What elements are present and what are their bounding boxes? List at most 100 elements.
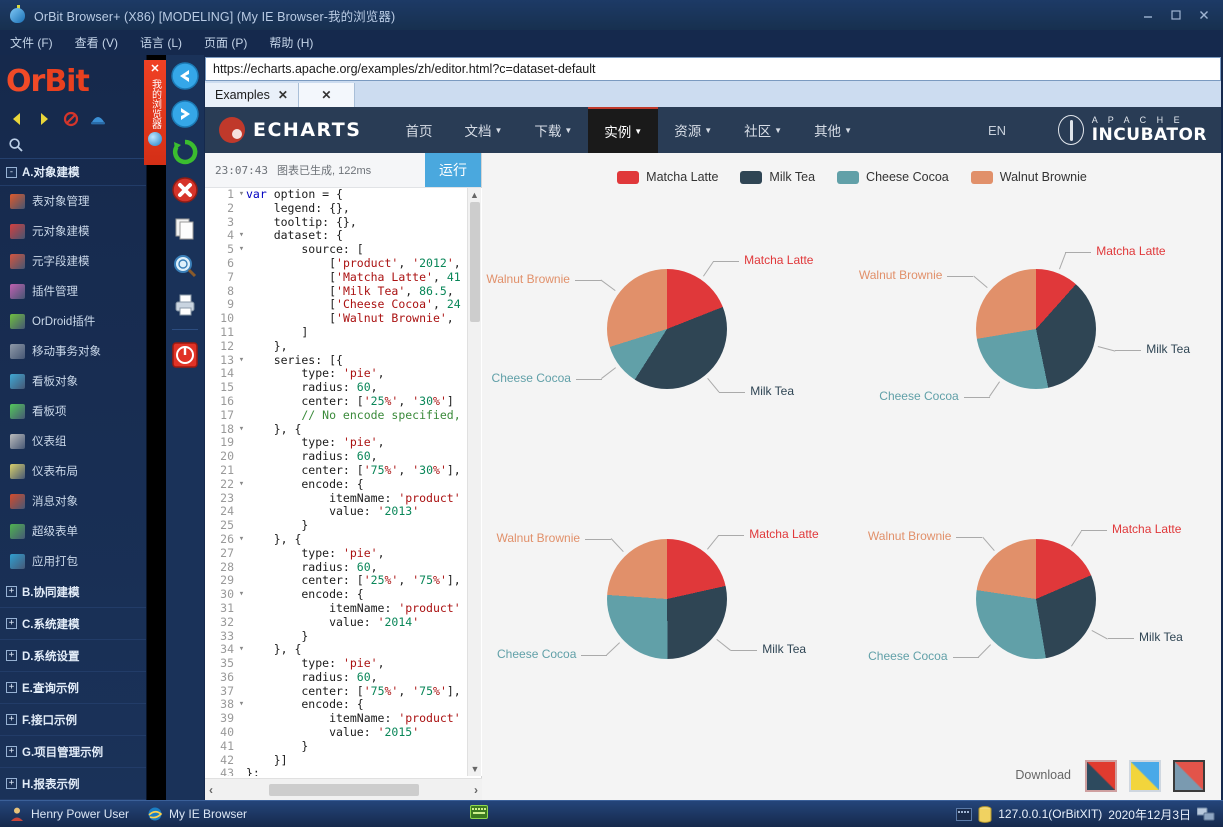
fold-marker-icon[interactable]: ▾ bbox=[237, 243, 246, 257]
sidebar-group-e[interactable]: +E.查询示例 bbox=[0, 672, 146, 704]
fold-marker-icon[interactable]: ▾ bbox=[237, 478, 246, 492]
sidebar-group-c[interactable]: +C.系统建模 bbox=[0, 608, 146, 640]
sidebar-item-12[interactable]: 超级表单 bbox=[0, 516, 146, 546]
forward-arrow-icon[interactable] bbox=[35, 111, 52, 128]
editor-horizontal-scrollbar[interactable]: ‹ › bbox=[205, 778, 482, 800]
menu-help[interactable]: 帮助 (H) bbox=[269, 34, 313, 51]
sidebar-group-g[interactable]: +G.项目管理示例 bbox=[0, 736, 146, 768]
fold-marker-icon[interactable]: ▾ bbox=[237, 188, 246, 202]
fold-marker-icon[interactable]: ▾ bbox=[237, 354, 246, 368]
fold-marker-icon[interactable]: ▾ bbox=[237, 588, 246, 602]
sidebar-item-11[interactable]: 消息对象 bbox=[0, 486, 146, 516]
refresh-icon[interactable] bbox=[170, 137, 200, 167]
print-icon[interactable] bbox=[170, 289, 200, 319]
pie-chart-2015[interactable]: Matcha LatteMilk TeaCheese CocoaWalnut B… bbox=[852, 471, 1221, 761]
minimize-button[interactable] bbox=[1135, 4, 1161, 26]
echarts-nav-item-7[interactable]: 其他▼ bbox=[798, 107, 868, 153]
editor-vertical-scrollbar[interactable]: ▲ ▼ bbox=[467, 188, 481, 776]
taskbar-keyboard-icon[interactable] bbox=[470, 805, 488, 824]
fold-marker-icon[interactable]: ▾ bbox=[237, 698, 246, 712]
database-icon[interactable] bbox=[978, 806, 992, 823]
sidebar-group-f[interactable]: +F.接口示例 bbox=[0, 704, 146, 736]
run-button[interactable]: 运行 bbox=[425, 153, 481, 187]
scroll-left-arrow-icon[interactable]: ‹ bbox=[209, 783, 213, 797]
echarts-nav-item-4[interactable]: 实例▼ bbox=[588, 107, 658, 153]
legend-item-2[interactable]: Milk Tea bbox=[740, 170, 815, 184]
back-icon[interactable] bbox=[170, 61, 200, 91]
sidebar-search[interactable] bbox=[0, 131, 146, 159]
sidebar-item-7[interactable]: 看板对象 bbox=[0, 366, 146, 396]
expand-toggle-icon[interactable]: + bbox=[6, 586, 17, 597]
code-area[interactable]: 1▾var option = {2 legend: {},3 tooltip: … bbox=[205, 188, 482, 776]
pie-chart-2014[interactable]: Matcha LatteMilk TeaCheese CocoaWalnut B… bbox=[483, 471, 852, 761]
block-icon[interactable] bbox=[62, 111, 79, 128]
theme-swatch-blue-yellow[interactable] bbox=[1129, 760, 1161, 792]
sidebar-item-3[interactable]: 元字段建模 bbox=[0, 246, 146, 276]
tray-keyboard-icon[interactable] bbox=[956, 808, 972, 821]
tab-close-icon[interactable]: ✕ bbox=[278, 88, 288, 102]
sidebar-item-4[interactable]: 插件管理 bbox=[0, 276, 146, 306]
sidebar-group-d[interactable]: +D.系统设置 bbox=[0, 640, 146, 672]
expand-toggle-icon[interactable]: + bbox=[6, 682, 17, 693]
page-copy-icon[interactable] bbox=[170, 213, 200, 243]
expand-toggle-icon[interactable]: + bbox=[6, 650, 17, 661]
my-browser-vertical-tab[interactable]: ✕ 我的浏览器 bbox=[144, 60, 166, 165]
scroll-up-arrow-icon[interactable]: ▲ bbox=[468, 188, 481, 202]
close-icon[interactable]: ✕ bbox=[150, 63, 159, 75]
tab-close-icon[interactable]: ✕ bbox=[321, 88, 331, 102]
close-button[interactable] bbox=[1191, 4, 1217, 26]
sidebar-group-a[interactable]: - A.对象建模 bbox=[0, 159, 146, 186]
legend-item-4[interactable]: Walnut Brownie bbox=[971, 170, 1087, 184]
sidebar-item-5[interactable]: OrDroid插件 bbox=[0, 306, 146, 336]
sidebar-item-1[interactable]: 表对象管理 bbox=[0, 186, 146, 216]
menu-view[interactable]: 查看 (V) bbox=[75, 34, 118, 51]
expand-toggle-icon[interactable]: + bbox=[6, 746, 17, 757]
fold-marker-icon[interactable]: ▾ bbox=[237, 533, 246, 547]
search-magnify-icon[interactable] bbox=[170, 251, 200, 281]
legend-item-1[interactable]: Matcha Latte bbox=[617, 170, 718, 184]
taskbar-user[interactable]: Henry Power User bbox=[0, 806, 138, 822]
legend-item-3[interactable]: Cheese Cocoa bbox=[837, 170, 949, 184]
pie-chart-2012[interactable]: Matcha LatteMilk TeaCheese CocoaWalnut B… bbox=[483, 201, 852, 491]
download-label[interactable]: Download bbox=[1015, 768, 1071, 782]
taskbar-app-my-ie-browser[interactable]: My IE Browser bbox=[138, 806, 256, 822]
browser-tab-blank[interactable]: ✕ bbox=[299, 83, 355, 107]
pie-chart-2013[interactable]: Matcha LatteMilk TeaCheese CocoaWalnut B… bbox=[852, 201, 1221, 491]
address-bar[interactable]: https://echarts.apache.org/examples/zh/e… bbox=[205, 57, 1221, 81]
echarts-nav-item-2[interactable]: 文档▼ bbox=[448, 107, 518, 153]
echarts-nav-item-3[interactable]: 下载▼ bbox=[518, 107, 588, 153]
helmet-icon[interactable] bbox=[89, 111, 106, 128]
theme-swatch-red-gray[interactable] bbox=[1173, 760, 1205, 792]
forward-icon[interactable] bbox=[170, 99, 200, 129]
hscrollbar-thumb[interactable] bbox=[269, 784, 419, 796]
power-exit-icon[interactable] bbox=[170, 340, 200, 370]
sidebar-group-h[interactable]: +H.报表示例 bbox=[0, 768, 146, 800]
sidebar-item-6[interactable]: 移动事务对象 bbox=[0, 336, 146, 366]
menu-language[interactable]: 语言 (L) bbox=[140, 34, 182, 51]
sidebar-item-8[interactable]: 看板项 bbox=[0, 396, 146, 426]
stop-icon[interactable] bbox=[170, 175, 200, 205]
theme-swatch-dark-red[interactable] bbox=[1085, 760, 1117, 792]
expand-toggle-icon[interactable]: + bbox=[6, 618, 17, 629]
sidebar-item-9[interactable]: 仪表组 bbox=[0, 426, 146, 456]
echarts-nav-item-1[interactable]: 首页 bbox=[389, 107, 448, 153]
sidebar-group-b[interactable]: +B.协同建模 bbox=[0, 576, 146, 608]
scroll-down-arrow-icon[interactable]: ▼ bbox=[468, 762, 482, 776]
fold-marker-icon[interactable]: ▾ bbox=[237, 423, 246, 437]
menu-file[interactable]: 文件 (F) bbox=[10, 34, 53, 51]
sidebar-item-13[interactable]: 应用打包 bbox=[0, 546, 146, 576]
scrollbar-thumb[interactable] bbox=[470, 202, 480, 322]
collapse-toggle-icon[interactable]: - bbox=[6, 167, 17, 178]
menu-page[interactable]: 页面 (P) bbox=[204, 34, 247, 51]
lang-switch[interactable]: EN bbox=[988, 123, 1006, 138]
sidebar-item-10[interactable]: 仪表布局 bbox=[0, 456, 146, 486]
maximize-button[interactable] bbox=[1163, 4, 1189, 26]
expand-toggle-icon[interactable]: + bbox=[6, 778, 17, 789]
expand-toggle-icon[interactable]: + bbox=[6, 714, 17, 725]
address-bar-url[interactable]: https://echarts.apache.org/examples/zh/e… bbox=[213, 62, 596, 76]
network-icon[interactable] bbox=[1197, 806, 1215, 822]
sidebar-item-2[interactable]: 元对象建模 bbox=[0, 216, 146, 246]
back-arrow-icon[interactable] bbox=[8, 111, 25, 128]
scroll-right-arrow-icon[interactable]: › bbox=[474, 783, 478, 797]
fold-marker-icon[interactable]: ▾ bbox=[237, 229, 246, 243]
